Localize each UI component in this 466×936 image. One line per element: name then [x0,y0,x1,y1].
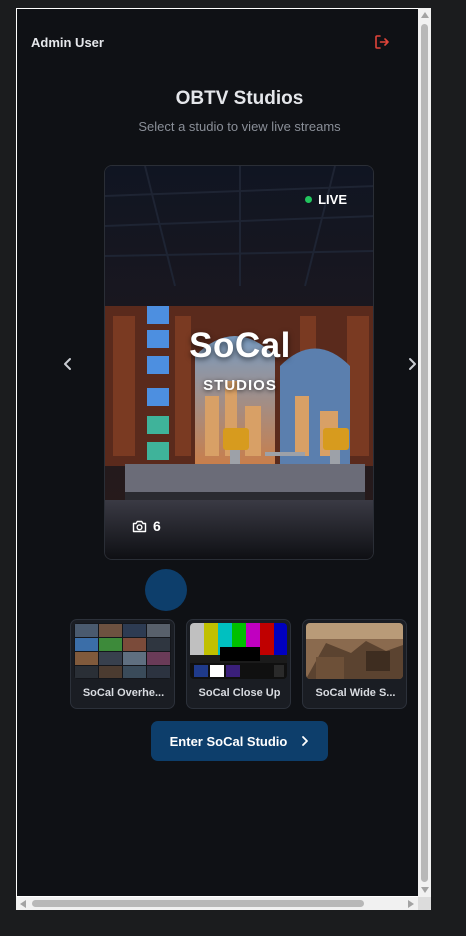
camera-count: 6 [132,518,161,534]
studio-selector-app: Admin User OBTV Studios Select a studio … [17,9,418,896]
scroll-right-icon[interactable] [408,900,414,908]
page-subtitle: Select a studio to view live streams [138,119,341,134]
stream-label: SoCal Wide S... [315,687,396,699]
horizontal-scrollbar[interactable] [16,897,418,910]
logout-icon[interactable] [373,33,391,51]
stream-thumbnail [306,623,403,679]
enter-studio-label: Enter SoCal Studio [169,733,288,749]
stream-card-overhead[interactable]: SoCal Overhe... [70,619,175,709]
scroll-down-icon[interactable] [421,887,429,893]
vertical-scroll-thumb[interactable] [421,24,428,882]
camera-count-value: 6 [153,518,161,534]
stream-thumbnail [190,623,287,679]
scrollbar-corner [418,897,431,910]
carousel-indicator[interactable] [145,569,187,611]
stream-list: SoCal Overhe... SoCal Close Up SoCal Wid… [70,619,407,709]
user-name: Admin User [31,35,104,50]
page-title: OBTV Studios [175,88,304,109]
studio-name: SoCal [189,326,291,365]
live-status-label: LIVE [318,192,347,207]
scroll-left-icon[interactable] [20,900,26,908]
stream-label: SoCal Close Up [198,687,281,699]
live-status-badge: LIVE [305,192,347,207]
vertical-scrollbar[interactable] [418,8,431,897]
studio-name-sub: STUDIOS [203,377,277,394]
scroll-up-icon[interactable] [421,12,429,18]
chevron-left-icon[interactable] [59,353,77,375]
stream-card-wide-shot[interactable]: SoCal Wide S... [302,619,407,709]
stream-thumbnail [74,623,171,679]
live-dot-icon [305,196,313,203]
studio-card[interactable]: LIVE SoCal STUDIOS 6 [104,165,374,560]
chevron-right-icon[interactable] [403,353,418,375]
horizontal-scroll-thumb[interactable] [32,900,364,907]
browser-window: Admin User OBTV Studios Select a studio … [16,8,431,910]
stream-label: SoCal Overhe... [82,687,165,699]
stream-card-close-up[interactable]: SoCal Close Up [186,619,291,709]
enter-studio-button[interactable]: Enter SoCal Studio [151,721,328,761]
chevron-right-icon [302,736,309,746]
camera-icon [132,520,147,532]
